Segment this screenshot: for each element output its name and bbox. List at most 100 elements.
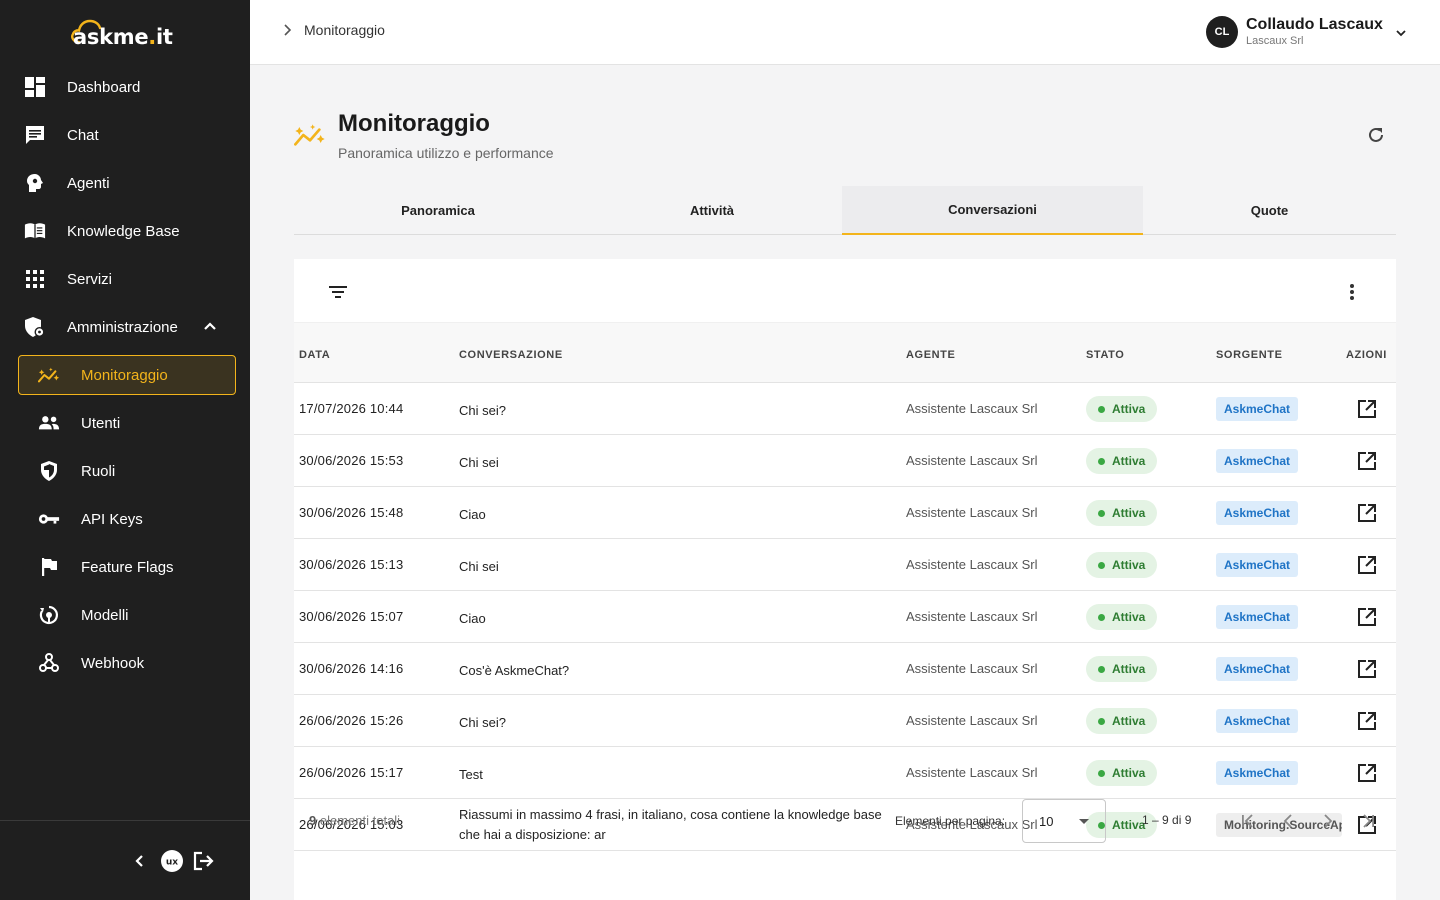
collapse-sidebar-icon[interactable] — [128, 849, 152, 873]
column-header-conversazione[interactable]: CONVERSAZIONE — [459, 349, 563, 361]
sidebar-item-label: Amministrazione — [67, 318, 178, 336]
table-row[interactable]: 30/06/2026 14:16 Cos'è AskmeChat? Assisten… — [294, 643, 1396, 695]
sidebar-item-webhook[interactable]: Webhook — [0, 639, 250, 687]
cell-date: 30/06/2026 15:53 — [299, 453, 404, 468]
tab-panoramica[interactable]: Panoramica — [294, 186, 582, 234]
status-badge: Attiva — [1086, 500, 1158, 526]
sidebar-item-amministrazione[interactable]: Amministrazione — [0, 303, 250, 351]
source-badge: AskmeChat — [1216, 605, 1299, 629]
sidebar-item-label: Ruoli — [81, 462, 116, 480]
open-in-new-icon[interactable] — [1356, 398, 1378, 420]
open-in-new-icon[interactable] — [1356, 554, 1378, 576]
open-in-new-icon[interactable] — [1356, 762, 1378, 784]
cell-agent: Assistente Lascaux Srl — [906, 401, 1038, 416]
tab-quote[interactable]: Quote — [1143, 186, 1396, 234]
sidebar-item-monitoraggio[interactable]: Monitoraggio — [0, 351, 250, 399]
total-count: 9 elementi totali — [309, 813, 401, 828]
more-vert-icon[interactable] — [1340, 280, 1364, 304]
tab-attivita[interactable]: Attività — [582, 186, 842, 234]
status-label: Attiva — [1112, 402, 1146, 416]
column-header-sorgente[interactable]: SORGENTE — [1216, 349, 1283, 361]
status-dot-icon — [1098, 665, 1105, 673]
main-nav: Dashboard Chat Agenti Knowledge Base Ser… — [0, 63, 250, 687]
sidebar-item-feature-flags[interactable]: Feature Flags — [0, 543, 250, 591]
source-badge: AskmeChat — [1216, 397, 1299, 421]
sidebar-item-utenti[interactable]: Utenti — [0, 399, 250, 447]
table-row[interactable]: 26/06/2026 15:26 Chi sei? Assistente Lasca… — [294, 695, 1396, 747]
logout-icon[interactable] — [192, 849, 216, 873]
per-page-value: 10 — [1039, 814, 1054, 829]
open-in-new-icon[interactable] — [1356, 658, 1378, 680]
user-menu[interactable]: CL Collaudo Lascaux Lascaux Srl — [1206, 16, 1407, 48]
column-header-agente[interactable]: AGENTE — [906, 349, 955, 361]
status-label: Attiva — [1112, 662, 1146, 676]
status-label: Attiva — [1112, 558, 1146, 572]
sidebar-footer: ux — [0, 820, 250, 900]
status-badge: Attiva — [1086, 448, 1158, 474]
column-header-data[interactable]: DATA — [299, 349, 330, 361]
first-page-icon[interactable] — [1236, 809, 1260, 833]
table-row[interactable]: 30/06/2026 15:07 Ciao Assistente Lascaux S… — [294, 591, 1396, 643]
sidebar-item-dashboard[interactable]: Dashboard — [0, 63, 250, 111]
source-badge: AskmeChat — [1216, 657, 1299, 681]
cell-agent: Assistente Lascaux Srl — [906, 557, 1038, 572]
table-row[interactable]: 30/06/2026 15:53 Chi sei Assistente Lascau… — [294, 435, 1396, 487]
status-label: Attiva — [1112, 454, 1146, 468]
last-page-icon[interactable] — [1356, 809, 1380, 833]
cell-agent: Assistente Lascaux Srl — [906, 505, 1038, 520]
dropdown-caret-icon — [1079, 819, 1089, 824]
cell-agent: Assistente Lascaux Srl — [906, 765, 1038, 780]
avatar: CL — [1206, 16, 1238, 48]
per-page-label: Elementi per pagina: — [895, 814, 1006, 828]
source-badge: AskmeChat — [1216, 553, 1299, 577]
table-row[interactable]: 17/07/2026 10:44 Chi sei? Assistente Lasca… — [294, 383, 1396, 435]
filter-icon[interactable] — [326, 280, 350, 304]
source-badge: AskmeChat — [1216, 449, 1299, 473]
source-badge: AskmeChat — [1216, 761, 1299, 785]
table-row[interactable]: 30/06/2026 15:48 Ciao Assistente Lascaux S… — [294, 487, 1396, 539]
dashboard-icon — [24, 76, 46, 98]
per-page-select[interactable]: 10 — [1022, 799, 1106, 843]
status-label: Attiva — [1112, 714, 1146, 728]
sidebar-item-chat[interactable]: Chat — [0, 111, 250, 159]
sidebar-item-knowledge-base[interactable]: Knowledge Base — [0, 207, 250, 255]
open-in-new-icon[interactable] — [1356, 502, 1378, 524]
open-in-new-icon[interactable] — [1356, 606, 1378, 628]
cell-agent: Assistente Lascaux Srl — [906, 609, 1038, 624]
breadcrumb: Monitoraggio — [282, 22, 385, 38]
brand-logo[interactable]: askme.it — [70, 18, 173, 50]
status-dot-icon — [1098, 405, 1105, 413]
status-label: Attiva — [1112, 610, 1146, 624]
tab-conversazioni[interactable]: Conversazioni — [842, 186, 1143, 235]
page-header: Monitoraggio Panoramica utilizzo e perfo… — [294, 109, 554, 161]
sidebar-item-modelli[interactable]: Modelli — [0, 591, 250, 639]
table-row[interactable]: 30/06/2026 15:13 Chi sei Assistente Lascau… — [294, 539, 1396, 591]
open-in-new-icon[interactable] — [1356, 710, 1378, 732]
status-badge: Attiva — [1086, 708, 1158, 734]
chevron-up-icon[interactable] — [202, 318, 218, 337]
chevron-down-icon[interactable] — [1395, 24, 1407, 40]
sidebar-item-api-keys[interactable]: API Keys — [0, 495, 250, 543]
apps-grid-icon — [24, 268, 46, 290]
breadcrumb-item[interactable]: Monitoraggio — [304, 22, 385, 38]
cell-date: 26/06/2026 15:26 — [299, 713, 404, 728]
status-dot-icon — [1098, 561, 1105, 569]
table-header: DATA CONVERSAZIONE AGENTE STATO SORGENTE… — [294, 323, 1396, 383]
status-dot-icon — [1098, 769, 1105, 777]
open-in-new-icon[interactable] — [1356, 450, 1378, 472]
users-icon — [38, 412, 60, 434]
admin-shield-icon — [24, 316, 46, 338]
sidebar-item-agenti[interactable]: Agenti — [0, 159, 250, 207]
next-page-icon[interactable] — [1316, 809, 1340, 833]
cell-date: 30/06/2026 15:13 — [299, 557, 404, 572]
table-row[interactable]: 26/06/2026 15:17 Test Assistente Lascaux S… — [294, 747, 1396, 799]
previous-page-icon[interactable] — [1276, 809, 1300, 833]
ux-badge-icon[interactable]: ux — [160, 849, 184, 873]
refresh-icon[interactable] — [1364, 123, 1388, 147]
book-icon — [24, 220, 46, 242]
sidebar-item-label: Chat — [67, 126, 99, 144]
sidebar-item-servizi[interactable]: Servizi — [0, 255, 250, 303]
column-header-stato[interactable]: STATO — [1086, 349, 1124, 361]
status-badge: Attiva — [1086, 604, 1158, 630]
sidebar-item-ruoli[interactable]: Ruoli — [0, 447, 250, 495]
